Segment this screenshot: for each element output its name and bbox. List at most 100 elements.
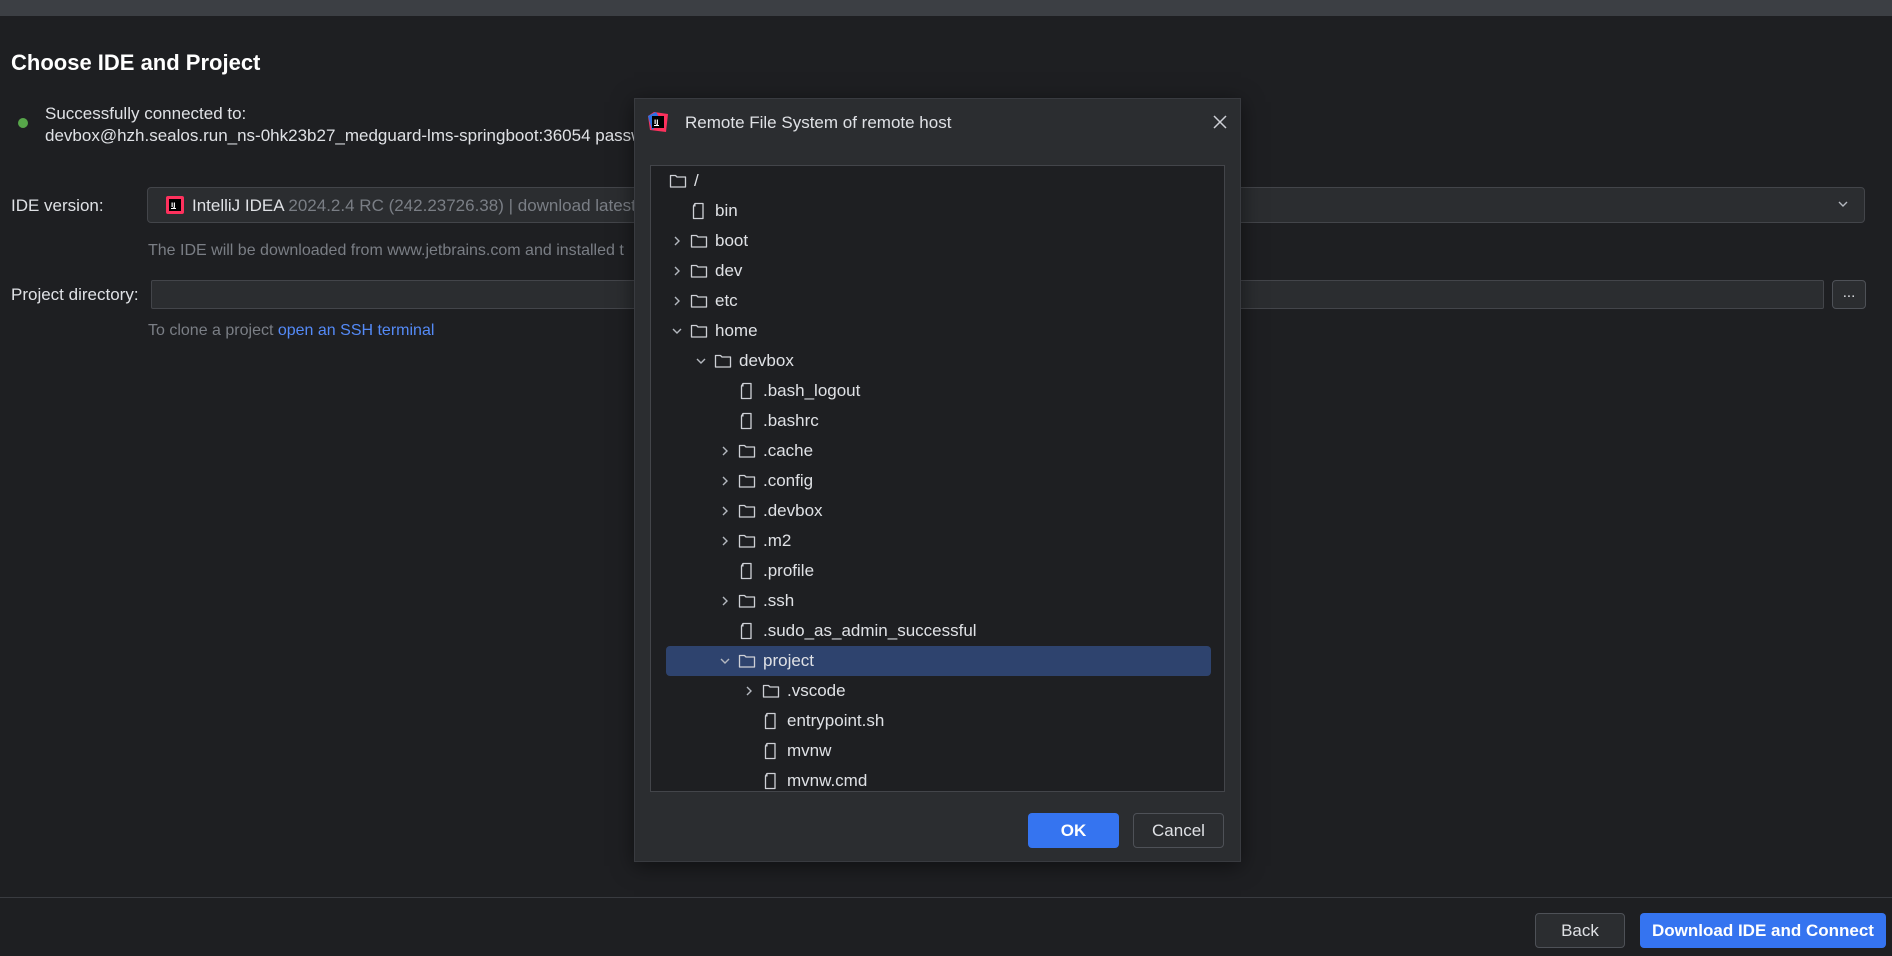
tree-row-sudoasadminsuccessful[interactable]: .sudo_as_admin_successful (651, 616, 1224, 646)
tree-item-label: home (715, 321, 758, 340)
file-icon (740, 562, 752, 580)
tree-row-home[interactable]: home (651, 316, 1224, 346)
tree-row-[interactable]: / (651, 166, 1224, 196)
folder-icon (738, 534, 756, 548)
tree-item-label: dev (715, 261, 743, 280)
back-button[interactable]: Back (1535, 913, 1625, 948)
connection-target-text: devbox@hzh.sealos.run_ns-0hk23b27_medgua… (45, 126, 644, 145)
connection-status-text: Successfully connected to: (45, 104, 247, 123)
tree-row-bashlogout[interactable]: .bash_logout (651, 376, 1224, 406)
folder-icon (738, 444, 756, 458)
file-icon (692, 202, 704, 220)
window-title-bar (0, 0, 1892, 16)
file-tree[interactable]: / bin boot dev etc home devbox .bash_logout .bas… (650, 165, 1225, 792)
tree-item-label: .m2 (763, 531, 792, 550)
tree-item-label: .vscode (787, 681, 846, 700)
ide-version-label: IDE version: (11, 196, 104, 215)
tree-row-entrypointsh[interactable]: entrypoint.sh (651, 706, 1224, 736)
svg-text:IJ: IJ (654, 119, 658, 126)
connected-dot-icon (18, 118, 28, 128)
tree-item-label: .sudo_as_admin_successful (763, 621, 977, 640)
file-icon (764, 742, 776, 760)
tree-row-bashrc[interactable]: .bashrc (651, 406, 1224, 436)
tree-item-label: .config (763, 471, 814, 490)
tree-row-config[interactable]: .config (651, 466, 1224, 496)
folder-icon (762, 684, 780, 698)
page-title: Choose IDE and Project (11, 50, 261, 75)
tree-item-label: entrypoint.sh (787, 711, 885, 730)
chevron-right-icon[interactable] (670, 294, 684, 308)
folder-icon (669, 174, 687, 188)
file-icon (740, 622, 752, 640)
cancel-button[interactable]: Cancel (1133, 813, 1224, 848)
tree-row-m2[interactable]: .m2 (651, 526, 1224, 556)
remote-file-system-dialog: IJ Remote File System of remote host / bi… (634, 98, 1241, 862)
download-ide-and-connect-button[interactable]: Download IDE and Connect (1640, 913, 1886, 948)
tree-row-boot[interactable]: boot (651, 226, 1224, 256)
tree-item-label: project (763, 651, 815, 670)
chevron-down-icon[interactable] (718, 654, 732, 668)
tree-row-mvnwcmd[interactable]: mvnw.cmd (651, 766, 1224, 791)
folder-icon (690, 264, 708, 278)
tree-row-cache[interactable]: .cache (651, 436, 1224, 466)
tree-item-label: bin (715, 201, 738, 220)
chevron-right-icon[interactable] (742, 684, 756, 698)
chevron-right-icon[interactable] (718, 474, 732, 488)
tree-row-devbox[interactable]: .devbox (651, 496, 1224, 526)
file-icon (764, 772, 776, 790)
folder-icon (738, 504, 756, 518)
tree-row-profile[interactable]: .profile (651, 556, 1224, 586)
ide-name: IntelliJ IDEA (192, 196, 284, 215)
tree-row-project[interactable]: project (651, 646, 1224, 676)
browse-button[interactable]: ... (1832, 280, 1866, 309)
intellij-idea-icon: IJ (648, 112, 668, 132)
close-icon[interactable] (1212, 114, 1228, 130)
tree-row-vscode[interactable]: .vscode (651, 676, 1224, 706)
tree-item-label: .bash_logout (763, 381, 861, 400)
tree-item-label: boot (715, 231, 749, 250)
ide-version-text: 2024.2.4 RC (242.23726.38) | download la… (288, 196, 636, 215)
open-ssh-terminal-link[interactable]: open an SSH terminal (278, 322, 435, 339)
intellij-idea-icon: IJ (166, 196, 184, 214)
file-icon (740, 382, 752, 400)
tree-row-devbox[interactable]: devbox (651, 346, 1224, 376)
tree-row-etc[interactable]: etc (651, 286, 1224, 316)
tree-item-label: mvnw.cmd (787, 771, 868, 790)
tree-item-label: devbox (739, 351, 794, 370)
chevron-right-icon[interactable] (670, 264, 684, 278)
folder-icon (690, 234, 708, 248)
chevron-right-icon[interactable] (718, 534, 732, 548)
tree-row-mvnw[interactable]: mvnw (651, 736, 1224, 766)
ide-download-hint: The IDE will be downloaded from www.jetb… (148, 242, 624, 259)
tree-row-bin[interactable]: bin (651, 196, 1224, 226)
folder-icon (690, 294, 708, 308)
tree-row-ssh[interactable]: .ssh (651, 586, 1224, 616)
chevron-down-icon (1838, 201, 1848, 207)
dialog-title: Remote File System of remote host (685, 113, 952, 132)
svg-text:IJ: IJ (171, 202, 175, 209)
folder-icon (714, 354, 732, 368)
folder-icon (738, 654, 756, 668)
tree-item-label: mvnw (787, 741, 832, 760)
chevron-down-icon[interactable] (670, 324, 684, 338)
ok-button[interactable]: OK (1028, 813, 1119, 848)
tree-item-label: .profile (763, 561, 815, 580)
chevron-right-icon[interactable] (718, 444, 732, 458)
tree-item-label: etc (715, 291, 738, 310)
folder-icon (690, 324, 708, 338)
tree-row-dev[interactable]: dev (651, 256, 1224, 286)
project-directory-label: Project directory: (11, 285, 139, 304)
chevron-down-icon[interactable] (694, 354, 708, 368)
chevron-right-icon[interactable] (718, 594, 732, 608)
tree-item-label: .devbox (763, 501, 823, 520)
file-icon (764, 712, 776, 730)
tree-item-label: .bashrc (763, 411, 819, 430)
folder-icon (738, 474, 756, 488)
chevron-right-icon[interactable] (670, 234, 684, 248)
clone-hint: To clone a project open an SSH terminal (148, 322, 434, 340)
file-icon (740, 412, 752, 430)
tree-item-label: .cache (763, 441, 814, 460)
footer-divider (0, 897, 1892, 898)
clone-hint-text: To clone a project (148, 322, 278, 339)
chevron-right-icon[interactable] (718, 504, 732, 518)
